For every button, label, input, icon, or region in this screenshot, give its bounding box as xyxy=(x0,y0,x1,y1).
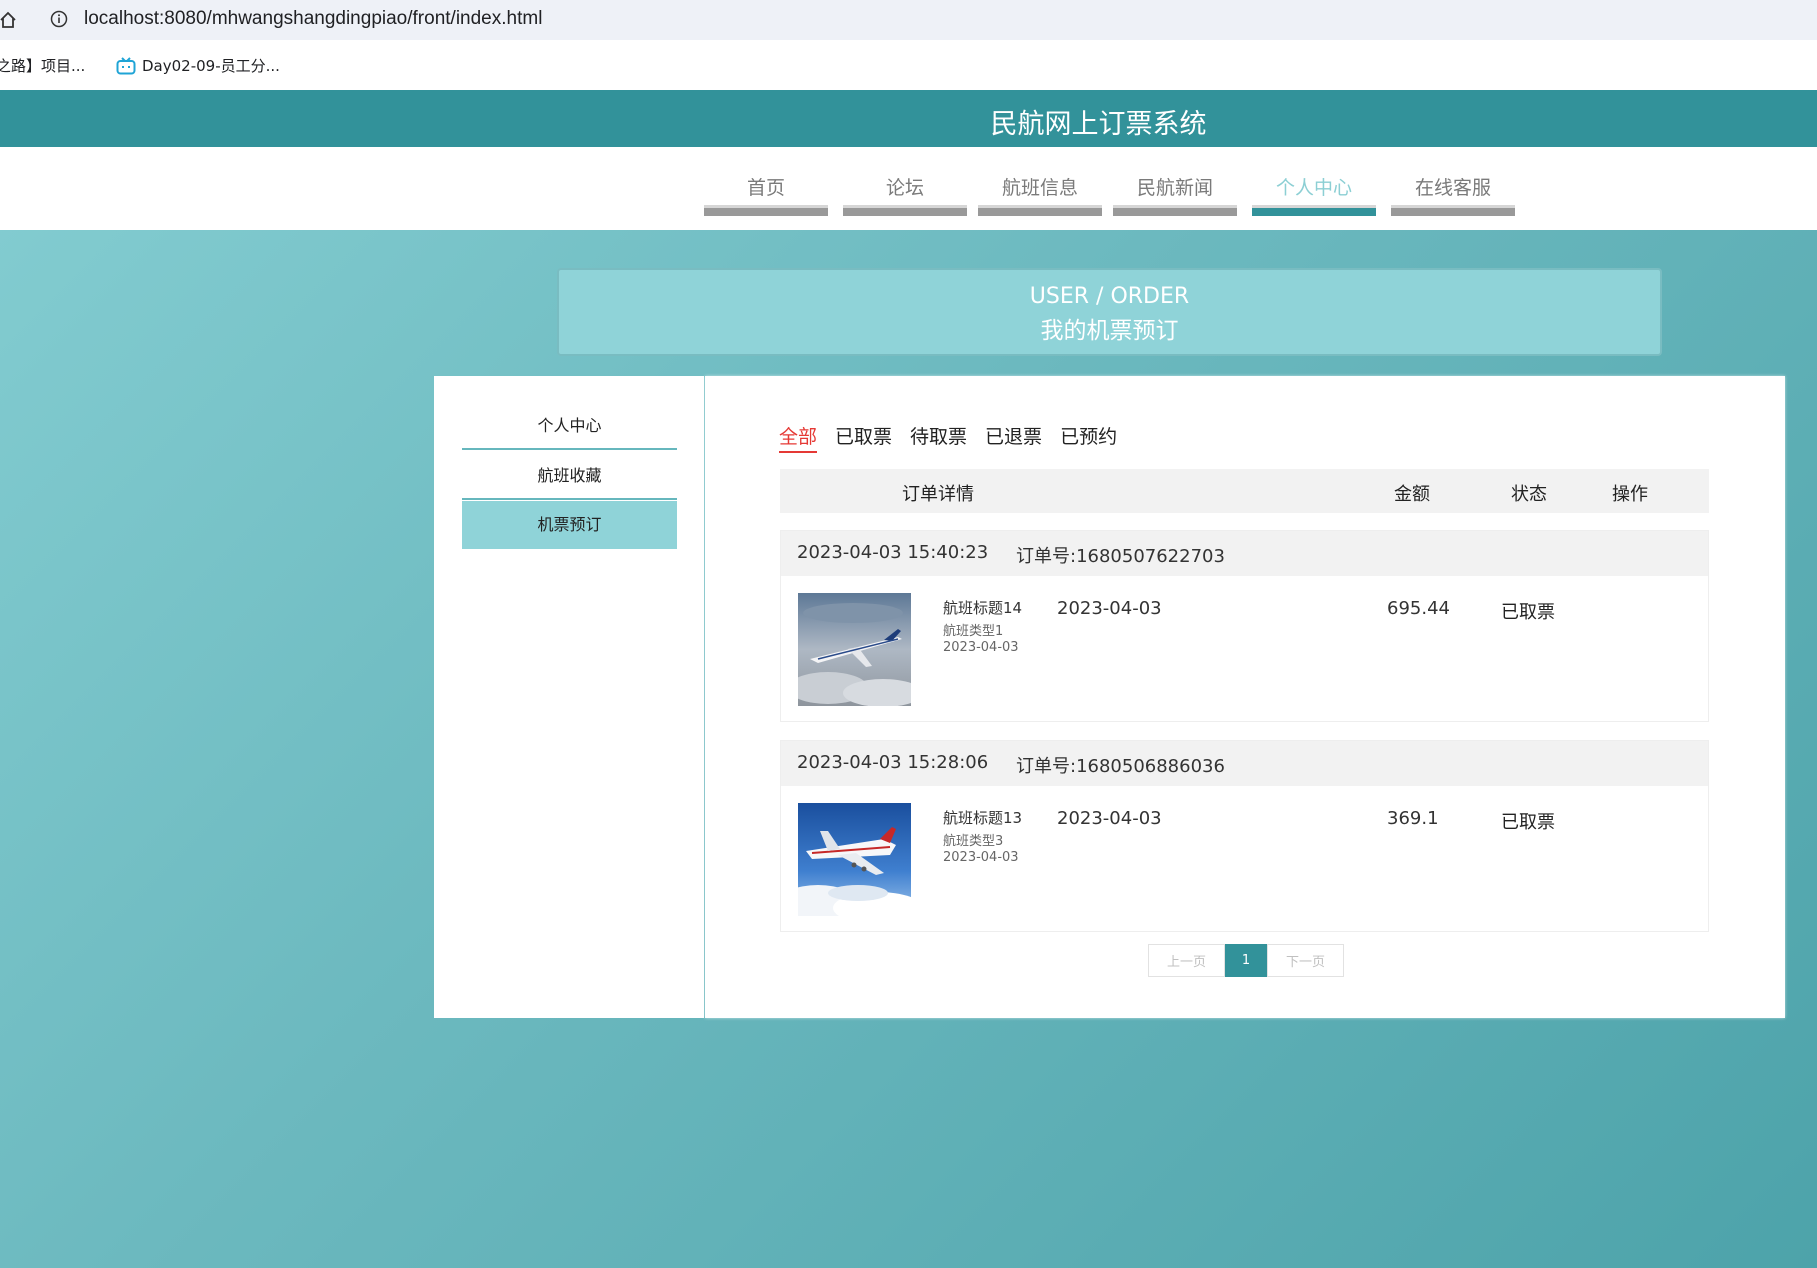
column-header-action: 操作 xyxy=(1612,484,1648,505)
flight-type: 航班类型3 xyxy=(943,834,1004,849)
banner-title: 我的机票预订 xyxy=(1040,318,1179,344)
order-status: 已取票 xyxy=(1501,812,1555,833)
url-text[interactable]: localhost:8080/mhwangshangdingpiao/front… xyxy=(84,8,542,30)
order-tabs: 全部 已取票 待取票 已退票 已预约 xyxy=(779,422,1117,453)
site-info-icon[interactable] xyxy=(50,10,68,28)
order-amount: 695.44 xyxy=(1387,598,1450,619)
nav-label: 个人中心 xyxy=(1275,177,1352,199)
bilibili-tv-icon xyxy=(116,56,136,74)
order-card: 2023-04-03 15:28:06 订单号:1680506886036 航班… xyxy=(780,740,1709,932)
sidebar-item-favorites[interactable]: 航班收藏 xyxy=(462,452,677,500)
order-date: 2023-04-03 xyxy=(1057,808,1162,829)
home-icon[interactable] xyxy=(0,10,18,30)
sidebar-item-bookings[interactable]: 机票预订 xyxy=(462,501,677,549)
prev-page-button[interactable]: 上一页 xyxy=(1148,944,1225,977)
page-banner: USER / ORDER 我的机票预订 xyxy=(557,268,1662,356)
nav-label: 首页 xyxy=(746,177,785,199)
nav-label: 民航新闻 xyxy=(1136,177,1213,199)
orders-panel: 全部 已取票 待取票 已退票 已预约 订单详情 金额 状态 操作 2023-04… xyxy=(705,376,1785,1018)
bookmarks-bar: 之路】项目... Day02-09-员工分... xyxy=(0,40,1817,90)
next-page-button[interactable]: 下一页 xyxy=(1267,944,1344,977)
flight-date: 2023-04-03 xyxy=(943,640,1019,655)
nav-item-flights[interactable]: 航班信息 xyxy=(978,173,1102,216)
flight-thumbnail[interactable] xyxy=(798,803,911,916)
flight-title[interactable]: 航班标题14 xyxy=(943,597,1022,618)
nav-underline xyxy=(978,205,1102,216)
pagination: 上一页 1 下一页 xyxy=(1148,944,1344,977)
nav-item-home[interactable]: 首页 xyxy=(704,173,828,216)
nav-item-news[interactable]: 民航新闻 xyxy=(1113,173,1237,216)
flight-date: 2023-04-03 xyxy=(943,850,1019,865)
nav-item-forum[interactable]: 论坛 xyxy=(843,173,967,216)
bookmark-label: Day02-09-员工分... xyxy=(142,57,280,75)
nav-underline xyxy=(1391,205,1515,216)
column-header-detail: 订单详情 xyxy=(902,484,974,505)
order-number: 订单号:1680507622703 xyxy=(1016,546,1225,567)
tab-reserved[interactable]: 已预约 xyxy=(1060,422,1117,453)
tab-all[interactable]: 全部 xyxy=(779,422,818,453)
order-amount: 369.1 xyxy=(1387,808,1439,829)
site-title: 民航网上订票系统 xyxy=(990,109,1207,140)
sidebar: 个人中心 航班收藏 机票预订 xyxy=(434,376,704,1018)
nav-underline xyxy=(1113,205,1237,216)
flight-title[interactable]: 航班标题13 xyxy=(943,807,1022,828)
order-date: 2023-04-03 xyxy=(1057,598,1162,619)
bookmark-item[interactable]: Day02-09-员工分... xyxy=(116,55,280,76)
sidebar-item-profile[interactable]: 个人中心 xyxy=(462,402,677,450)
nav-label: 航班信息 xyxy=(1001,177,1078,199)
column-header-status: 状态 xyxy=(1511,484,1547,505)
order-time: 2023-04-03 15:40:23 xyxy=(797,542,989,563)
order-number: 订单号:1680506886036 xyxy=(1016,756,1225,777)
order-time: 2023-04-03 15:28:06 xyxy=(797,752,989,773)
flight-thumbnail[interactable] xyxy=(798,593,911,706)
site-header: 民航网上订票系统 xyxy=(0,90,1817,147)
nav-underline xyxy=(1252,205,1376,216)
order-card-header: 2023-04-03 15:40:23 订单号:1680507622703 xyxy=(781,531,1708,576)
order-status: 已取票 xyxy=(1501,602,1555,623)
orders-table-header: 订单详情 金额 状态 操作 xyxy=(780,469,1709,513)
browser-address-bar: localhost:8080/mhwangshangdingpiao/front… xyxy=(0,0,1817,40)
page-1-button[interactable]: 1 xyxy=(1225,944,1267,977)
nav-item-support[interactable]: 在线客服 xyxy=(1391,173,1515,216)
order-card-header: 2023-04-03 15:28:06 订单号:1680506886036 xyxy=(781,741,1708,786)
tab-collected[interactable]: 已取票 xyxy=(835,422,892,453)
tab-pending[interactable]: 待取票 xyxy=(910,422,967,453)
nav-label: 在线客服 xyxy=(1414,177,1491,199)
order-card: 2023-04-03 15:40:23 订单号:1680507622703 航班… xyxy=(780,530,1709,722)
nav-label: 论坛 xyxy=(885,177,924,199)
flight-type: 航班类型1 xyxy=(943,624,1004,639)
nav-item-profile[interactable]: 个人中心 xyxy=(1252,173,1376,216)
nav-underline xyxy=(843,205,967,216)
column-header-amount: 金额 xyxy=(1394,484,1430,505)
tab-refunded[interactable]: 已退票 xyxy=(985,422,1042,453)
bookmark-item[interactable]: 之路】项目... xyxy=(0,55,85,76)
banner-subtitle: USER / ORDER xyxy=(1029,284,1190,309)
main-nav: 首页 论坛 航班信息 民航新闻 个人中心 在线客服 xyxy=(0,147,1817,230)
nav-underline xyxy=(704,205,828,216)
